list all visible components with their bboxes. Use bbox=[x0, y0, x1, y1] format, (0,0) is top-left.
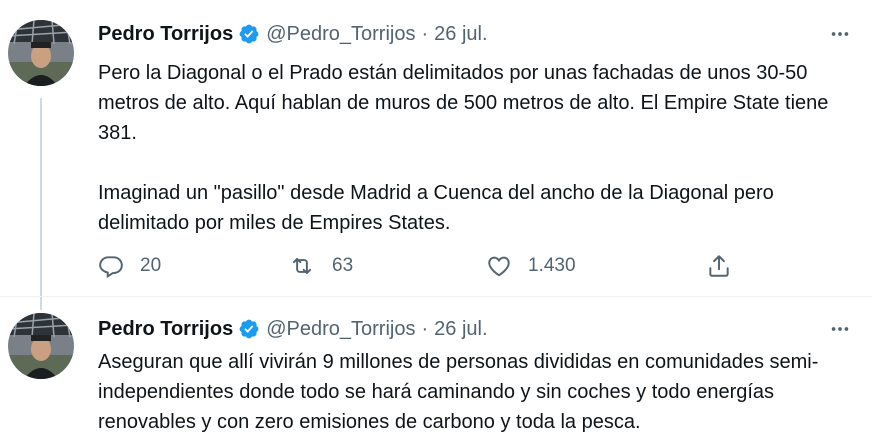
tweet[interactable]: Pedro Torrijos @Pedro_Torrijos · 26 jul.… bbox=[0, 297, 872, 444]
tweet-date[interactable]: 26 jul. bbox=[434, 23, 487, 46]
like-count: 1.430 bbox=[528, 255, 576, 276]
author-name[interactable]: Pedro Torrijos bbox=[98, 318, 233, 341]
more-options-icon[interactable] bbox=[826, 315, 854, 343]
tweet-paragraph: Pero la Diagonal o el Prado están delimi… bbox=[98, 62, 829, 144]
tweet-actions: 20 63 1.430 bbox=[98, 250, 748, 282]
tweet-header: Pedro Torrijos @Pedro_Torrijos · 26 jul. bbox=[98, 315, 488, 343]
tweet-text: Pero la Diagonal o el Prado están delimi… bbox=[98, 58, 858, 238]
retweet-count: 63 bbox=[332, 255, 354, 276]
like-icon bbox=[486, 253, 512, 279]
separator-dot: · bbox=[421, 22, 429, 45]
share-button[interactable] bbox=[706, 250, 732, 282]
reply-button[interactable]: 20 bbox=[98, 250, 161, 282]
verified-badge-icon bbox=[238, 318, 260, 340]
tweet-text: Aseguran que allí vivirán 9 millones de … bbox=[98, 347, 858, 437]
reply-count: 20 bbox=[140, 255, 162, 276]
author-handle[interactable]: @Pedro_Torrijos bbox=[266, 318, 415, 341]
tweet-paragraph: Imaginad un "pasillo" desde Madrid a Cue… bbox=[98, 182, 774, 234]
avatar[interactable] bbox=[8, 20, 74, 86]
share-icon bbox=[706, 253, 732, 279]
tweet[interactable]: Pedro Torrijos @Pedro_Torrijos · 26 jul.… bbox=[0, 0, 872, 297]
author-name[interactable]: Pedro Torrijos bbox=[98, 23, 233, 46]
reply-icon bbox=[98, 253, 124, 279]
separator-dot: · bbox=[421, 317, 429, 340]
tweet-paragraph: Aseguran que allí vivirán 9 millones de … bbox=[98, 351, 819, 433]
like-button[interactable]: 1.430 bbox=[486, 250, 576, 282]
tweet-header: Pedro Torrijos @Pedro_Torrijos · 26 jul. bbox=[98, 20, 488, 48]
verified-badge-icon bbox=[238, 23, 260, 45]
more-options-icon[interactable] bbox=[826, 20, 854, 48]
avatar[interactable] bbox=[8, 313, 74, 379]
tweet-date[interactable]: 26 jul. bbox=[434, 318, 487, 341]
retweet-icon bbox=[288, 253, 316, 279]
retweet-button[interactable]: 63 bbox=[288, 250, 353, 282]
author-handle[interactable]: @Pedro_Torrijos bbox=[266, 23, 415, 46]
